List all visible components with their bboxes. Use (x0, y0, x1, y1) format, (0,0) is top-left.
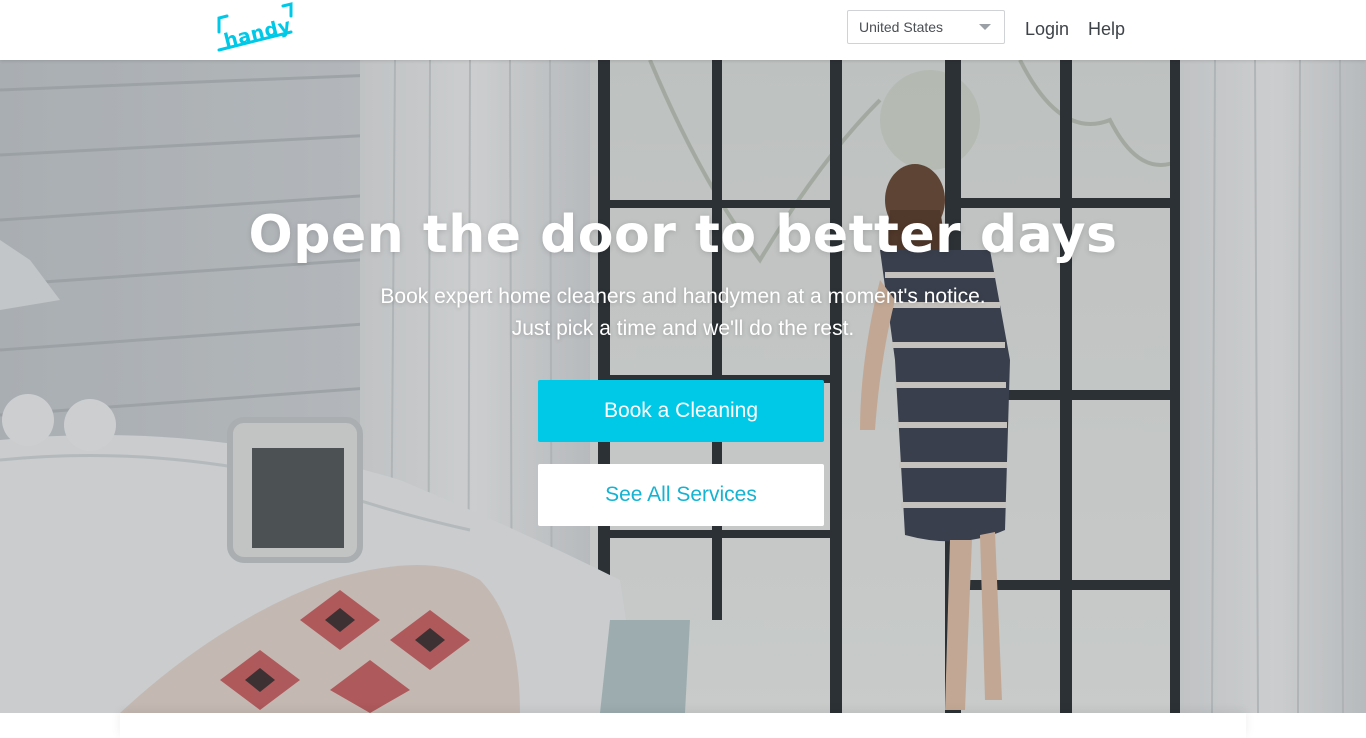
handy-logo-icon[interactable]: handy (217, 2, 293, 54)
see-all-services-button[interactable]: See All Services (538, 464, 824, 526)
caret-down-icon (979, 24, 991, 30)
logo-wordmark: handy (222, 14, 293, 52)
login-link[interactable]: Login (1025, 17, 1069, 41)
hero-subtitle-line-1: Book expert home cleaners and handymen a… (380, 285, 986, 308)
site-header: handy United States Login Help (0, 0, 1366, 60)
hero-subtitle-line-2: Just pick a time and we'll do the rest. (511, 317, 855, 340)
help-link[interactable]: Help (1088, 17, 1125, 41)
content-section-top (0, 713, 1366, 738)
hero-title: Open the door to better days (248, 205, 1118, 265)
book-cleaning-button[interactable]: Book a Cleaning (538, 380, 824, 442)
country-select-value: United States (859, 19, 944, 35)
content-card (120, 713, 1246, 738)
hero-section: Open the door to better days Book expert… (0, 60, 1366, 713)
country-select[interactable]: United States (847, 10, 1005, 44)
